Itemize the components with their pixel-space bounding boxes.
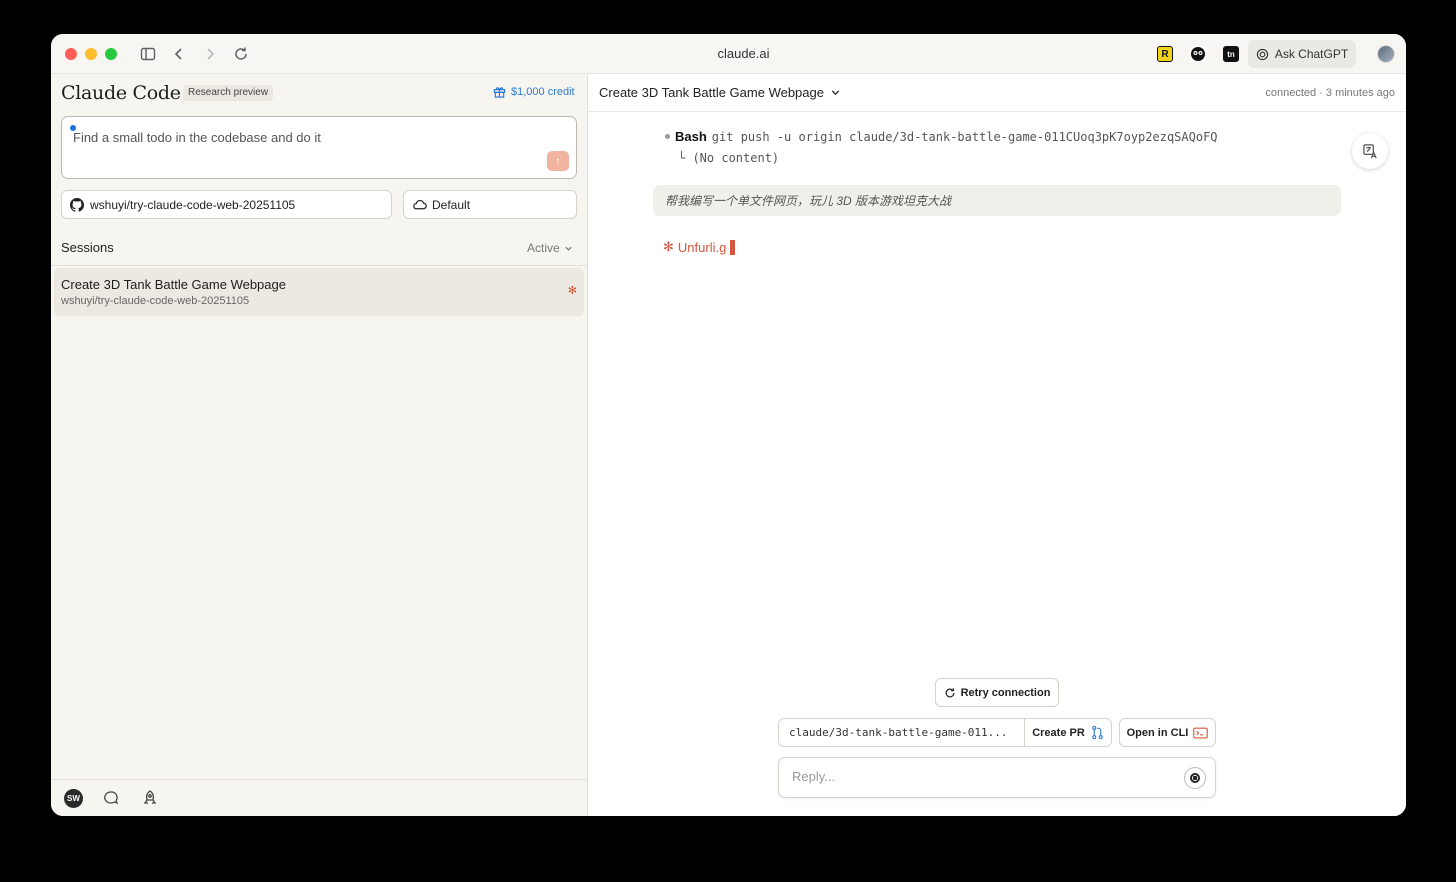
session-repo: wshuyi/try-claude-code-web-20251105 xyxy=(61,295,250,307)
text-cursor xyxy=(730,239,736,255)
chevron-down-icon xyxy=(831,90,840,96)
tool-command: git push -u origin claude/3d-tank-battle… xyxy=(711,129,1218,144)
sessions-filter-dropdown[interactable]: Active xyxy=(527,241,573,255)
bullet-icon xyxy=(665,134,670,139)
minimize-window-button[interactable] xyxy=(85,48,97,60)
credit-label: $1,000 credit xyxy=(511,85,575,98)
repository-name: wshuyi/try-claude-code-web-20251105 xyxy=(90,197,296,212)
status-text: Unfurli.g xyxy=(677,239,727,255)
open-in-cli-label: Open in CLI xyxy=(1126,726,1189,739)
github-icon xyxy=(70,197,84,212)
chat-bubble-icon[interactable] xyxy=(102,789,120,807)
reload-icon[interactable] xyxy=(232,45,250,63)
retry-connection-button[interactable]: Retry connection xyxy=(935,678,1059,707)
research-preview-badge: Research preview xyxy=(183,85,274,101)
gift-icon xyxy=(493,87,506,98)
session-title: Create 3D Tank Battle Game Webpage xyxy=(61,277,286,292)
ask-chatgpt-label: Ask ChatGPT xyxy=(1274,47,1349,61)
chat-panel: Create 3D Tank Battle Game Webpage conne… xyxy=(588,74,1406,816)
repository-selector[interactable]: wshuyi/try-claude-code-web-20251105 xyxy=(61,190,392,219)
browser-window: claude.ai R tn Ask ChatGPT Claude Code R… xyxy=(51,34,1406,816)
sessions-heading: Sessions xyxy=(61,240,114,255)
chat-title: Create 3D Tank Battle Game Webpage xyxy=(599,85,824,100)
stop-icon xyxy=(1190,773,1200,783)
session-running-icon: ✻ xyxy=(567,285,577,297)
environment-name: Default xyxy=(432,197,471,212)
branch-name[interactable]: claude/3d-tank-battle-game-011... xyxy=(779,719,1025,746)
rocket-icon[interactable] xyxy=(141,789,159,807)
extension-owl-icon[interactable] xyxy=(1190,46,1206,62)
back-icon[interactable] xyxy=(170,45,188,63)
credit-link[interactable]: $1,000 credit xyxy=(493,85,575,98)
chevron-down-icon xyxy=(565,246,572,251)
tool-call: Bash git push -u origin claude/3d-tank-b… xyxy=(665,129,1218,144)
profile-avatar[interactable] xyxy=(1377,45,1395,63)
browser-toolbar: claude.ai R tn Ask ChatGPT xyxy=(51,34,1406,74)
cloud-icon xyxy=(413,199,427,210)
open-in-cli-button[interactable]: Open in CLI xyxy=(1119,718,1216,747)
create-pr-label: Create PR xyxy=(1032,726,1085,739)
status-indicator: ✻ Unfurli.g xyxy=(663,239,736,255)
ask-chatgpt-button[interactable]: Ask ChatGPT xyxy=(1248,40,1356,68)
chat-header: Create 3D Tank Battle Game Webpage conne… xyxy=(588,74,1406,112)
branch-actions: claude/3d-tank-battle-game-011... Create… xyxy=(778,718,1112,747)
address-bar[interactable]: claude.ai xyxy=(651,46,836,61)
send-button[interactable]: ↑ xyxy=(547,151,569,171)
sidebar-footer: SW xyxy=(51,779,588,816)
retry-connection-label: Retry connection xyxy=(960,686,1051,699)
extension-r-icon[interactable]: R xyxy=(1157,46,1173,62)
prompt-input[interactable]: Find a small todo in the codebase and do… xyxy=(61,116,577,179)
chat-title-dropdown[interactable]: Create 3D Tank Battle Game Webpage xyxy=(599,85,841,100)
brand-logo: Claude Code xyxy=(61,82,181,104)
refresh-icon xyxy=(945,687,955,697)
environment-selector[interactable]: Default xyxy=(403,190,577,219)
arrow-up-icon: ↑ xyxy=(555,154,561,168)
sessions-filter-label: Active xyxy=(527,241,560,255)
create-pr-button[interactable]: Create PR xyxy=(1025,719,1111,746)
tool-name: Bash xyxy=(675,129,707,144)
extension-tn-icon[interactable]: tn xyxy=(1223,46,1239,62)
session-item[interactable]: Create 3D Tank Battle Game Webpage wshuy… xyxy=(54,268,584,316)
stop-button[interactable] xyxy=(1184,767,1206,789)
connection-status: connected · 3 minutes ago xyxy=(1265,87,1395,99)
pull-request-icon xyxy=(1091,725,1103,740)
tool-output: └ (No content) xyxy=(678,151,780,165)
prompt-text[interactable]: Find a small todo in the codebase and do… xyxy=(73,130,321,145)
spinner-icon: ✻ xyxy=(663,239,674,254)
divider xyxy=(51,265,588,266)
user-message: 帮我编写一个单文件网页，玩儿 3D 版本游戏坦克大战 xyxy=(653,185,1341,216)
sidebar-toggle-icon[interactable] xyxy=(139,45,157,63)
terminal-icon xyxy=(1193,727,1209,738)
forward-icon[interactable] xyxy=(201,45,219,63)
reply-composer xyxy=(778,757,1216,798)
maximize-window-button[interactable] xyxy=(105,48,117,60)
sidebar: Claude Code Research preview $1,000 cred… xyxy=(51,74,588,816)
user-avatar[interactable]: SW xyxy=(64,789,83,808)
translate-button[interactable] xyxy=(1352,133,1388,169)
chatgpt-icon xyxy=(1256,48,1268,60)
reply-input[interactable] xyxy=(792,769,1172,784)
close-window-button[interactable] xyxy=(65,48,77,60)
translate-icon xyxy=(1362,143,1377,158)
